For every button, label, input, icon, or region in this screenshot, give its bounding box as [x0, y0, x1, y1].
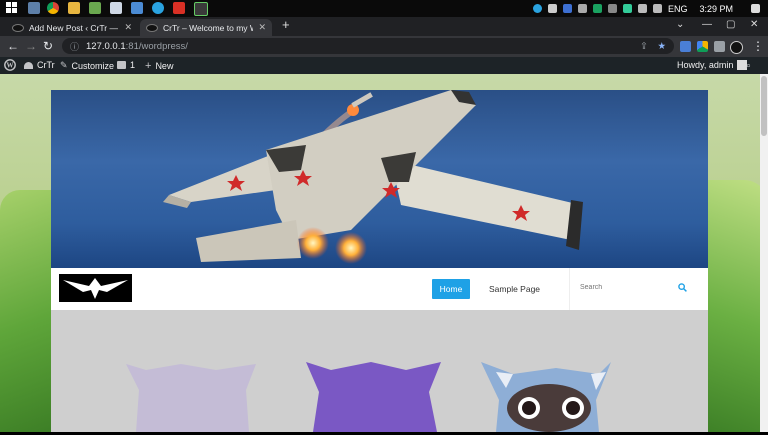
wps-icon[interactable] [173, 2, 185, 14]
svg-text:W: W [7, 62, 14, 70]
character-image-raccoon[interactable] [481, 362, 611, 432]
share-icon[interactable]: ⇪ [640, 41, 648, 52]
site-name-link[interactable]: CrTr [24, 60, 55, 70]
back-icon[interactable]: ← [7, 40, 19, 52]
search-icon[interactable] [678, 283, 687, 295]
close-window-icon[interactable]: ✕ [750, 19, 758, 30]
clock[interactable]: 3:29 PM [699, 4, 733, 14]
tab-title: CrTr – Welcome to my WordPress [163, 22, 253, 33]
bookmark-star-icon[interactable]: ★ [657, 41, 666, 52]
background-grass-left [0, 190, 52, 432]
close-tab-icon[interactable]: ✕ [124, 22, 132, 33]
customize-label: Customize [71, 60, 115, 71]
menu-kebab-icon[interactable]: ⋮ [752, 40, 764, 52]
wordpress-logo-icon[interactable]: W [4, 59, 16, 71]
network-tray-icon[interactable] [652, 4, 662, 13]
app-icon-2[interactable] [131, 2, 143, 14]
security-tray-icon[interactable] [622, 4, 632, 13]
close-tab-icon[interactable]: ✕ [258, 22, 266, 33]
windows-taskbar: ENG 3:29 PM [0, 0, 768, 17]
customize-link[interactable]: ✎ Customize [60, 60, 114, 71]
content-area [51, 310, 708, 432]
nav-sample-page-link[interactable]: Sample Page [489, 284, 540, 294]
new-tab-button[interactable]: + [282, 17, 290, 32]
extensions-puzzle-icon[interactable] [714, 41, 725, 52]
site-name-label: CrTr [37, 60, 55, 70]
scrollbar-thumb[interactable] [761, 76, 767, 136]
site-navigation: Home Sample Page [51, 268, 708, 310]
tab-welcome[interactable]: CrTr – Welcome to my WordPress ✕ [140, 19, 272, 36]
language-indicator[interactable]: ENG [668, 4, 688, 14]
url-field[interactable]: ⓘ 127.0.0.1:81/wordpress/ ⇪ ★ [62, 38, 674, 54]
volume-tray-icon[interactable] [637, 4, 647, 13]
battery-tray-icon[interactable] [607, 4, 617, 13]
chrome-icon[interactable] [47, 2, 59, 14]
app-icon[interactable] [89, 2, 101, 14]
site-favicon-icon [146, 23, 158, 32]
character-image-lavender[interactable] [126, 364, 256, 432]
comment-icon [117, 61, 126, 69]
forward-icon[interactable]: → [25, 40, 37, 52]
info-icon[interactable]: ⓘ [70, 40, 79, 53]
admin-search-icon[interactable]: ⌕ [746, 60, 751, 71]
new-content-link[interactable]: + New [145, 60, 173, 72]
notepad-icon[interactable] [110, 2, 122, 14]
site-search-box [569, 268, 695, 310]
telegram-icon[interactable] [152, 2, 164, 14]
extension-icon-drive[interactable] [697, 41, 708, 52]
telegram-tray-icon[interactable] [532, 4, 542, 13]
background-grass-right [708, 180, 768, 432]
my-account-link[interactable]: Howdy, admin [677, 60, 748, 70]
comments-link[interactable]: 1 [117, 60, 135, 70]
nav-home-button[interactable]: Home [432, 279, 470, 299]
tab-search-icon[interactable]: ⌄ [676, 19, 684, 30]
character-image-purple[interactable] [306, 362, 441, 432]
tab-bar: Add New Post ‹ CrTr — WordPress ✕ CrTr –… [0, 17, 768, 36]
start-icon[interactable] [6, 2, 18, 14]
address-bar-row: ← → ↻ ⓘ 127.0.0.1:81/wordpress/ ⇪ ★ ⋮ [0, 36, 768, 57]
file-explorer-icon[interactable] [28, 2, 40, 14]
folder-icon[interactable] [68, 2, 80, 14]
site-logo[interactable] [59, 274, 132, 302]
comments-count: 1 [130, 60, 136, 70]
dashboard-icon [24, 61, 33, 69]
header-image [51, 90, 708, 268]
site-favicon-icon [12, 23, 24, 32]
maximize-icon[interactable]: ▢ [726, 19, 735, 30]
extension-icon-translate[interactable] [680, 41, 691, 52]
minimize-icon[interactable]: — [702, 19, 712, 30]
tray-app-icon-2[interactable] [562, 4, 572, 13]
profile-avatar[interactable] [730, 41, 743, 54]
reload-icon[interactable]: ↻ [43, 40, 53, 52]
tab-title: Add New Post ‹ CrTr — WordPress [29, 22, 119, 33]
tab-add-new-post[interactable]: Add New Post ‹ CrTr — WordPress ✕ [6, 19, 138, 36]
wp-admin-bar: W CrTr ✎ Customize 1 + New Howdy, admin … [0, 57, 768, 74]
system-tray: ENG 3:29 PM [532, 0, 768, 17]
calculator-icon[interactable] [194, 2, 208, 16]
howdy-label: Howdy, admin [677, 60, 734, 70]
search-input[interactable] [578, 283, 672, 292]
play-tray-icon[interactable] [592, 4, 602, 13]
url-host: 127.0.0.1 [86, 40, 126, 52]
brush-icon: ✎ [60, 60, 68, 70]
new-label: New [155, 61, 174, 71]
url-path: :81/wordpress/ [125, 40, 188, 52]
plus-icon: + [145, 60, 152, 72]
tray-app-icon-3[interactable] [577, 4, 587, 13]
notifications-icon[interactable] [751, 4, 760, 13]
tray-app-icon[interactable] [547, 4, 557, 13]
